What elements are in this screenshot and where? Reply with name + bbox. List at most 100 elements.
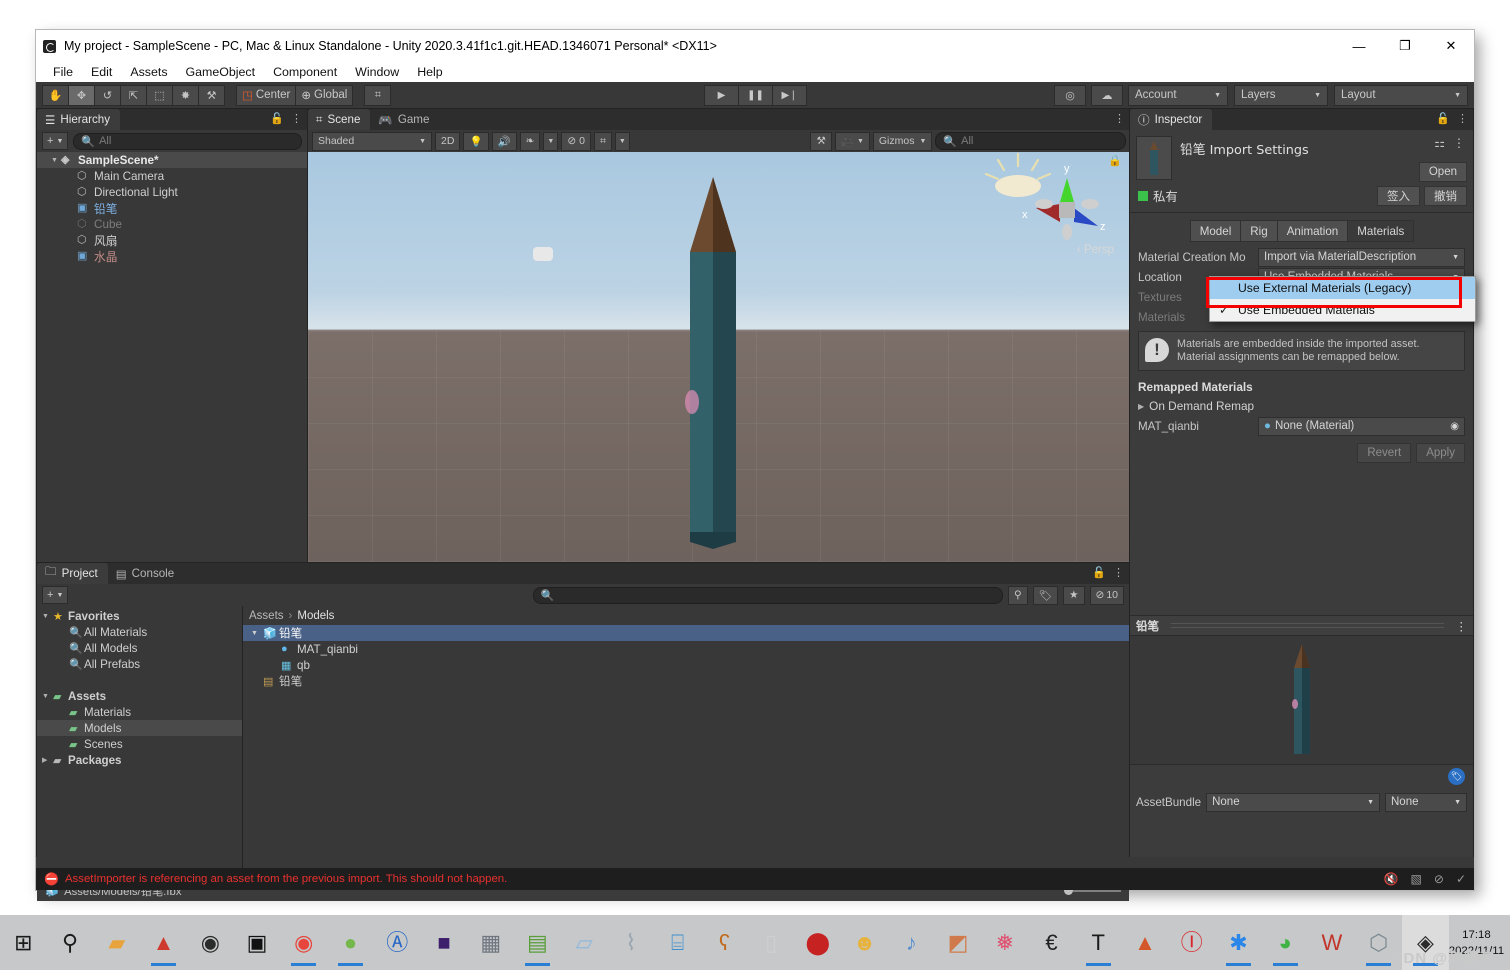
remap-entry-object-field[interactable]: ● None (Material) ◉: [1258, 417, 1465, 436]
preset-icon[interactable]: ⚏: [1434, 136, 1445, 150]
import-tab-model[interactable]: Model: [1190, 220, 1242, 242]
fx-toggle-icon[interactable]: ❧: [520, 132, 541, 151]
tab-inspector[interactable]: ⓘ Inspector: [1130, 109, 1212, 130]
dropdown-item-external[interactable]: Use External Materials (Legacy): [1210, 277, 1475, 299]
hierarchy-item[interactable]: ▣铅笔: [37, 200, 307, 216]
collab-icon[interactable]: ◎: [1054, 85, 1086, 106]
search-by-type-icon[interactable]: ⚲: [1008, 586, 1028, 605]
import-tab-animation[interactable]: Animation: [1277, 220, 1349, 242]
breadcrumb-item[interactable]: Models: [297, 610, 334, 622]
no-sync-icon[interactable]: ⊘: [1434, 872, 1444, 886]
taskbar-splash-tool-icon[interactable]: ❅: [981, 915, 1028, 970]
menu-assets[interactable]: Assets: [121, 64, 176, 80]
project-tree-item[interactable]: ▰Materials: [37, 704, 242, 720]
menu-window[interactable]: Window: [346, 64, 408, 80]
kebab-menu-icon[interactable]: ⋮: [1114, 112, 1125, 125]
transform-tool-icon[interactable]: ✸: [172, 85, 199, 106]
asset-label-icon[interactable]: 🏷: [1448, 768, 1465, 785]
lock-icon[interactable]: 🔓: [270, 112, 284, 125]
material-creation-mode-dropdown[interactable]: Import via MaterialDescription ▼: [1258, 248, 1465, 267]
taskbar-chrome-icon[interactable]: ◉: [280, 915, 327, 970]
project-tree-item[interactable]: ▼★Favorites: [37, 608, 242, 624]
asset-row[interactable]: ▤铅笔: [243, 673, 1129, 689]
project-search-input[interactable]: 🔍: [533, 587, 1003, 604]
hierarchy-add-button[interactable]: +▼: [42, 132, 68, 150]
project-hidden-toggle[interactable]: ⊘ 10: [1090, 586, 1125, 605]
scene-camera-icon[interactable]: 🎥▼: [835, 132, 870, 151]
revert-button[interactable]: Revert: [1357, 443, 1411, 463]
taskbar-recorder-icon[interactable]: ⬤: [794, 915, 841, 970]
taskbar-gif-tool-icon[interactable]: ▦: [467, 915, 514, 970]
taskbar-search-icon[interactable]: ⚲: [47, 915, 94, 970]
hidden-objects-toggle[interactable]: ⊘ 0: [561, 132, 591, 151]
menu-file[interactable]: File: [44, 64, 82, 80]
scene-lock-icon[interactable]: 🔒: [1108, 154, 1122, 167]
checkin-button[interactable]: 签入: [1377, 186, 1420, 206]
taskbar-wechat-icon[interactable]: ◕: [1262, 915, 1309, 970]
draw-mode-dropdown[interactable]: Shaded▼: [312, 132, 432, 151]
scale-tool-icon[interactable]: ⇱: [120, 85, 147, 106]
kebab-menu-icon[interactable]: ⋮: [291, 112, 302, 125]
taskbar-text-tool-icon[interactable]: T: [1075, 915, 1122, 970]
taskbar-wps-icon[interactable]: W: [1309, 915, 1356, 970]
assetbundle-dropdown[interactable]: None ▼: [1206, 793, 1380, 812]
layers-off-icon[interactable]: ▧: [1411, 872, 1422, 886]
taskbar-ai-tool-icon[interactable]: Ⓐ: [374, 915, 421, 970]
step-button[interactable]: ▶❘: [772, 85, 807, 106]
expander-icon[interactable]: ▼: [42, 693, 53, 700]
assetbundle-variant-dropdown[interactable]: None ▼: [1385, 793, 1467, 812]
scene-tools-icon[interactable]: ⚒: [810, 132, 831, 151]
import-tab-materials[interactable]: Materials: [1347, 220, 1414, 242]
tab-console[interactable]: ▤ Console: [108, 563, 185, 584]
menu-edit[interactable]: Edit: [82, 64, 121, 80]
scene-grid-icon[interactable]: ⌗: [594, 132, 612, 151]
kebab-menu-icon[interactable]: ⋮: [1457, 112, 1468, 125]
expander-icon[interactable]: ▼: [51, 157, 61, 164]
expander-icon[interactable]: ▼: [42, 613, 53, 620]
project-tree-item[interactable]: ▰Models: [37, 720, 242, 736]
hierarchy-item[interactable]: ▣水晶: [37, 248, 307, 264]
taskbar-paint-icon[interactable]: ◩: [935, 915, 982, 970]
hand-tool-icon[interactable]: ✋: [42, 85, 69, 106]
handle-rotation-button[interactable]: ⊕ Global: [295, 85, 353, 106]
project-tree-item[interactable]: ▼▰Assets: [37, 688, 242, 704]
play-button[interactable]: ▶: [704, 85, 739, 106]
tab-hierarchy[interactable]: ☰ Hierarchy: [37, 109, 120, 130]
taskbar-terminal-icon[interactable]: ▣: [234, 915, 281, 970]
project-tree-item[interactable]: 🔍All Materials: [37, 624, 242, 640]
taskbar-notes-icon[interactable]: ▱: [561, 915, 608, 970]
tab-project[interactable]: 🗀 Project: [37, 563, 108, 584]
menu-component[interactable]: Component: [264, 64, 346, 80]
taskbar-matlab-icon[interactable]: ▲: [1122, 915, 1169, 970]
project-add-button[interactable]: +▼: [42, 586, 68, 604]
lock-icon[interactable]: 🔓: [1436, 112, 1450, 125]
taskbar-chart-editor-icon[interactable]: ▤: [514, 915, 561, 970]
vcs-checkbox[interactable]: [1138, 191, 1148, 201]
search-by-label-icon[interactable]: 🏷: [1033, 586, 1058, 605]
grid-snap-icon[interactable]: ⌗: [364, 85, 391, 106]
taskbar-pdf-reader-icon[interactable]: ▲: [140, 915, 187, 970]
custom-editor-tool-icon[interactable]: ⚒: [198, 85, 225, 106]
hierarchy-item[interactable]: ⬡风扇: [37, 232, 307, 248]
audio-toggle-icon[interactable]: 🔊: [492, 132, 517, 151]
gizmos-dropdown[interactable]: Gizmos▼: [873, 132, 933, 151]
dropdown-item-embedded[interactable]: ✓ Use Embedded Materials: [1210, 299, 1475, 321]
cloud-icon[interactable]: ☁: [1091, 85, 1123, 106]
pause-button[interactable]: ❚❚: [738, 85, 773, 106]
preview-viewport[interactable]: [1130, 636, 1473, 764]
move-tool-icon[interactable]: ✥: [68, 85, 95, 106]
taskbar-wifi-tool-icon[interactable]: ʕ: [701, 915, 748, 970]
favorite-icon[interactable]: ★: [1063, 586, 1084, 605]
taskbar-document-icon[interactable]: ▯: [748, 915, 795, 970]
2d-toggle-button[interactable]: 2D: [435, 132, 460, 151]
kebab-menu-icon[interactable]: ⋮: [1113, 566, 1124, 579]
asset-row[interactable]: ▦qb: [243, 657, 1129, 673]
scene-search-input[interactable]: 🔍 All: [935, 132, 1126, 150]
layout-dropdown[interactable]: Layout▼: [1334, 85, 1468, 106]
mute-audio-icon[interactable]: 🔇: [1384, 872, 1399, 886]
taskbar-media-player-icon[interactable]: ◉: [187, 915, 234, 970]
check-circle-icon[interactable]: ✓: [1456, 872, 1466, 886]
project-tree-item[interactable]: ▶▰Packages: [37, 752, 242, 768]
taskbar-android-studio-icon[interactable]: ●: [327, 915, 374, 970]
rotate-tool-icon[interactable]: ↺: [94, 85, 121, 106]
